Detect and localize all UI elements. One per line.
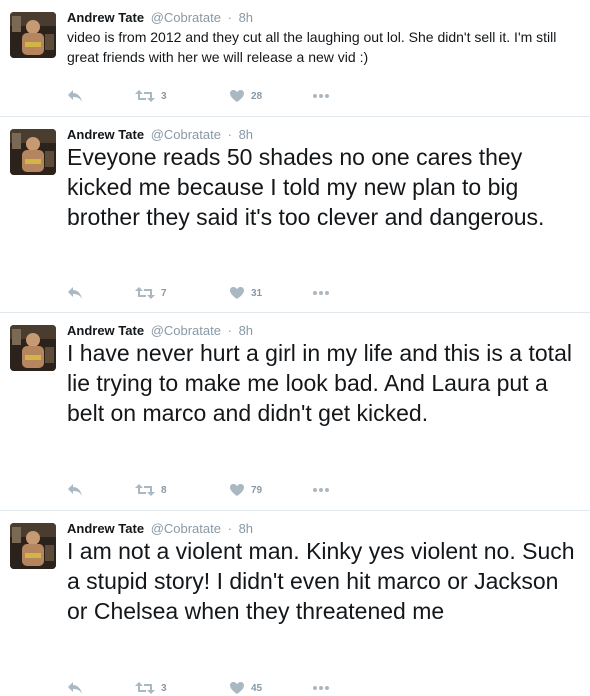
author-name[interactable]: Andrew Tate — [67, 10, 144, 25]
separator: · — [227, 127, 232, 142]
tweet-header: Andrew Tate @Cobratate · 8h — [67, 126, 253, 143]
retweet-button[interactable]: 7 — [135, 285, 167, 301]
retweet-icon — [135, 287, 155, 299]
heart-icon — [230, 287, 244, 299]
tweet-text: I am not a violent man. Kinky yes violen… — [67, 538, 575, 624]
tweet-actions: 8 79 — [67, 482, 347, 498]
reply-icon — [68, 682, 82, 694]
like-count: 79 — [251, 484, 263, 496]
reply-button[interactable] — [67, 88, 83, 104]
tweet-feed: Andrew Tate @Cobratate · 8h video is fro… — [0, 0, 590, 694]
tweet-text: I have never hurt a girl in my life and … — [67, 340, 572, 426]
author-handle[interactable]: @Cobratate — [151, 323, 221, 338]
reply-button[interactable] — [67, 680, 83, 696]
retweet-button[interactable]: 8 — [135, 482, 167, 498]
like-count: 28 — [251, 90, 263, 102]
like-button[interactable]: 28 — [229, 88, 262, 104]
like-button[interactable]: 31 — [229, 285, 262, 301]
reply-icon — [68, 484, 82, 496]
separator: · — [227, 521, 232, 536]
author-name[interactable]: Andrew Tate — [67, 127, 144, 142]
retweet-icon — [135, 90, 155, 102]
more-button[interactable] — [312, 285, 330, 301]
reply-icon — [68, 287, 82, 299]
more-button[interactable] — [312, 680, 330, 696]
tweet-header: Andrew Tate @Cobratate · 8h — [67, 520, 253, 537]
tweet-actions: 3 28 — [67, 88, 347, 104]
reply-button[interactable] — [67, 482, 83, 498]
tweet[interactable]: Andrew Tate @Cobratate · 8h video is fro… — [0, 0, 590, 117]
tweet-timestamp[interactable]: 8h — [239, 10, 253, 25]
tweet-header: Andrew Tate @Cobratate · 8h — [67, 9, 253, 26]
tweet[interactable]: Andrew Tate @Cobratate · 8h I have never… — [0, 313, 590, 511]
tweet-actions: 7 31 — [67, 285, 347, 301]
tweet-text: video is from 2012 and they cut all the … — [67, 29, 557, 65]
more-dots-icon — [313, 686, 329, 690]
tweet-actions: 3 45 — [67, 680, 347, 696]
separator: · — [227, 323, 232, 338]
avatar[interactable] — [10, 325, 56, 371]
author-handle[interactable]: @Cobratate — [151, 10, 221, 25]
more-dots-icon — [313, 488, 329, 492]
more-dots-icon — [313, 291, 329, 295]
retweet-icon — [135, 484, 155, 496]
tweet-header: Andrew Tate @Cobratate · 8h — [67, 322, 253, 339]
like-button[interactable]: 79 — [229, 482, 262, 498]
reply-button[interactable] — [67, 285, 83, 301]
heart-icon — [230, 90, 244, 102]
like-count: 31 — [251, 287, 263, 299]
reply-icon — [68, 90, 82, 102]
author-handle[interactable]: @Cobratate — [151, 127, 221, 142]
retweet-button[interactable]: 3 — [135, 88, 167, 104]
tweet-timestamp[interactable]: 8h — [239, 323, 253, 338]
tweet[interactable]: Andrew Tate @Cobratate · 8h I am not a v… — [0, 511, 590, 694]
author-handle[interactable]: @Cobratate — [151, 521, 221, 536]
more-dots-icon — [313, 94, 329, 98]
heart-icon — [230, 682, 244, 694]
separator: · — [227, 10, 232, 25]
tweet-text: Eveyone reads 50 shades no one cares the… — [67, 144, 545, 230]
avatar[interactable] — [10, 523, 56, 569]
author-name[interactable]: Andrew Tate — [67, 521, 144, 536]
more-button[interactable] — [312, 482, 330, 498]
retweet-icon — [135, 682, 155, 694]
tweet[interactable]: Andrew Tate @Cobratate · 8h Eveyone read… — [0, 117, 590, 313]
tweet-timestamp[interactable]: 8h — [239, 521, 253, 536]
heart-icon — [230, 484, 244, 496]
tweet-timestamp[interactable]: 8h — [239, 127, 253, 142]
avatar[interactable] — [10, 129, 56, 175]
author-name[interactable]: Andrew Tate — [67, 323, 144, 338]
retweet-button[interactable]: 3 — [135, 680, 167, 696]
retweet-count: 8 — [161, 484, 167, 496]
avatar[interactable] — [10, 12, 56, 58]
more-button[interactable] — [312, 88, 330, 104]
retweet-count: 7 — [161, 287, 167, 299]
retweet-count: 3 — [161, 90, 167, 102]
like-button[interactable]: 45 — [229, 680, 262, 696]
